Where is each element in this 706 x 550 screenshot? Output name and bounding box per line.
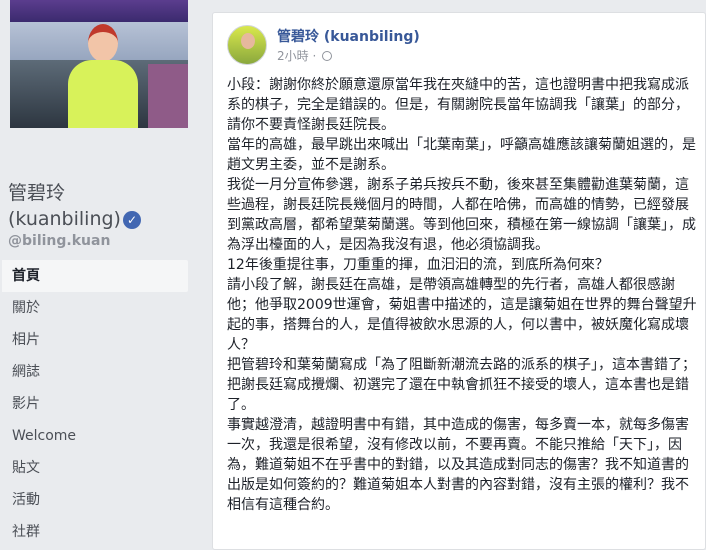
post-paragraph: 請小段了解，謝長廷在高雄，是帶領高雄轉型的先行者，高雄人都很感謝他；他爭取200… (227, 277, 697, 353)
verified-badge-icon: ✓ (122, 211, 141, 229)
nav-item-photos[interactable]: 相片 (2, 324, 188, 356)
nav-item-about[interactable]: 關於 (2, 292, 188, 324)
cover-person-head (88, 24, 118, 62)
nav-item-home[interactable]: 首頁 (2, 260, 188, 292)
post-meta: 2小時 · (277, 47, 333, 64)
page-nav: 首頁 關於 相片 網誌 影片 Welcome 貼文 活動 社群 (2, 260, 188, 548)
nav-item-community[interactable]: 社群 (2, 516, 188, 548)
post-paragraph: 把管碧玲和葉菊蘭寫成「為了阻斷新潮流去路的派系的棋子」，這本書錯了；把謝長廷寫成… (227, 357, 696, 413)
cover-tent (10, 0, 188, 22)
post-body: 小段：謝謝你終於願意還原當年我在夾縫中的苦，這也證明書中把我寫成派系的棋子，完全… (227, 75, 701, 515)
page-handle[interactable]: @biling.kuan (8, 233, 110, 249)
nav-item-posts[interactable]: 貼文 (2, 452, 188, 484)
post-paragraph: 當年的高雄，最早跳出來喊出「北葉南葉」，呼籲高雄應該讓菊蘭姐選的，是趙文男主委，… (227, 137, 696, 173)
post-paragraph: 事實越澄清，越證明書中有錯，其中造成的傷害，每多賣一本，就每多傷害一次，我還是很… (227, 417, 689, 513)
page-title-line2: (kuanbiling) ✓ (8, 206, 198, 232)
post-paragraph: 小段：謝謝你終於願意還原當年我在夾縫中的苦，這也證明書中把我寫成派系的棋子，完全… (227, 77, 689, 133)
profile-cover-photo[interactable] (10, 0, 188, 128)
page-title-line1: 管碧玲 (8, 182, 66, 204)
cover-person-body (68, 60, 138, 128)
post-paragraph: 我從一月分宣佈參選，謝系子弟兵按兵不動，後來甚至集體勸進葉菊蘭，這些過程，謝長廷… (227, 177, 696, 253)
post-card: 管碧玲 (kuanbiling) 2小時 · 小段：謝謝你終於願意還原當年我在夾… (212, 12, 706, 550)
page-title: 管碧玲 (kuanbiling) ✓ (8, 180, 198, 232)
page-title-line2-text: (kuanbiling) (8, 208, 121, 230)
post-timestamp[interactable]: 2小時 (277, 49, 309, 63)
globe-icon (322, 51, 333, 61)
cover-side-figure (148, 64, 188, 128)
post-author[interactable]: 管碧玲 (kuanbiling) (277, 26, 420, 46)
avatar[interactable] (227, 25, 267, 65)
post-paragraph: 12年後重提往事，刀重重的揮，血汩汩的流，到底所為何來？ (227, 257, 609, 273)
page-sidebar: 管碧玲 (kuanbiling) ✓ @biling.kuan 首頁 關於 相片 … (0, 0, 200, 550)
cover-person (68, 24, 138, 128)
nav-item-welcome[interactable]: Welcome (2, 420, 188, 452)
nav-item-videos[interactable]: 影片 (2, 388, 188, 420)
nav-item-events[interactable]: 活動 (2, 484, 188, 516)
nav-item-notes[interactable]: 網誌 (2, 356, 188, 388)
